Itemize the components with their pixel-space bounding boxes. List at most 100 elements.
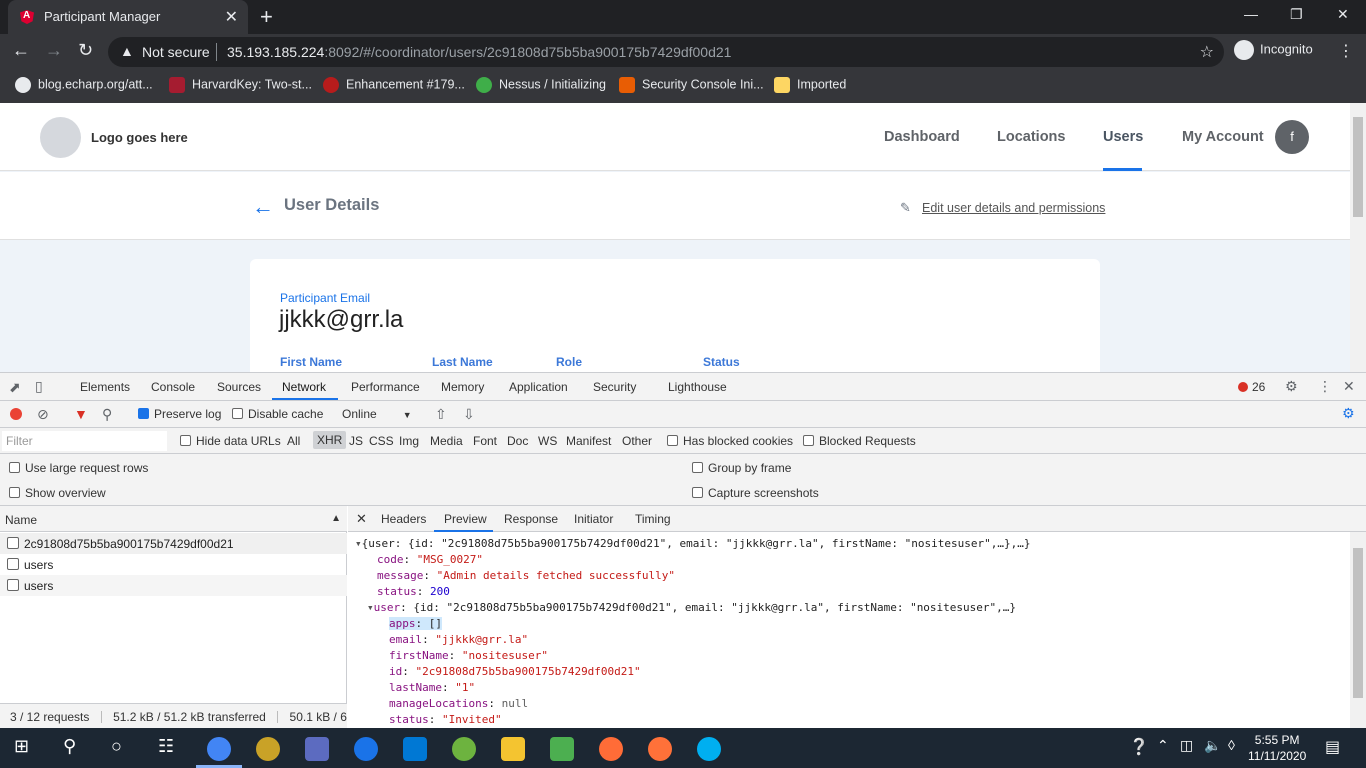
edit-user-link[interactable]: Edit user details and permissions [922, 201, 1105, 215]
forward-icon[interactable]: → [45, 40, 63, 61]
settings-gear-icon[interactable]: ⚙ [1285, 378, 1298, 395]
chrome-menu-icon[interactable]: ⋮ [1338, 41, 1354, 61]
large-rows-checkbox[interactable]: Use large request rows [9, 461, 148, 475]
network-icon[interactable]: ◫ [1180, 737, 1193, 754]
wifi-icon[interactable]: ◊ [1228, 737, 1235, 753]
vscode-icon[interactable] [403, 737, 427, 761]
chrome-taskbar-icon[interactable] [207, 737, 231, 761]
firefox-icon[interactable] [648, 737, 672, 761]
request-row[interactable]: users [0, 575, 347, 596]
type-filter-xhr[interactable]: XHR [313, 431, 347, 449]
tab-performance[interactable]: Performance [351, 380, 420, 394]
group-by-frame-checkbox[interactable]: Group by frame [692, 461, 791, 475]
tab-network[interactable]: Network [282, 380, 326, 394]
bookmark-item[interactable]: Nessus / Initializing [476, 77, 606, 93]
tab-initiator[interactable]: Initiator [574, 512, 613, 526]
bookmark-star-icon[interactable]: ☆ [1200, 42, 1214, 62]
nav-my-account[interactable]: My Account [1182, 129, 1264, 145]
incognito-indicator[interactable]: Incognito [1234, 40, 1313, 60]
search-icon[interactable]: ⚲ [102, 406, 112, 423]
tab-sources[interactable]: Sources [217, 380, 261, 394]
url-text[interactable]: 35.193.185.224:8092/#/coordinator/users/… [227, 44, 731, 60]
back-arrow-icon[interactable]: ← [252, 194, 274, 220]
request-row[interactable]: 2c91808d75b5ba900175b7429df00d21 [0, 533, 347, 554]
network-tool-icon[interactable] [305, 737, 329, 761]
hs-app-icon[interactable] [256, 737, 280, 761]
expand-triangle-icon[interactable]: ▾ [355, 537, 362, 550]
restore-icon[interactable]: ❐ [1290, 6, 1303, 23]
tab-console[interactable]: Console [151, 380, 195, 394]
type-filter-doc[interactable]: Doc [507, 434, 528, 448]
disable-cache-checkbox[interactable]: Disable cache [232, 407, 323, 421]
spring-tools-icon[interactable] [452, 737, 476, 761]
reload-icon[interactable]: ↻ [78, 40, 93, 61]
inspect-icon[interactable]: ⬈ [9, 379, 21, 396]
volume-icon[interactable]: 🔈 [1204, 737, 1221, 754]
json-user-line[interactable]: ▾user: {id: "2c91808d75b5ba900175b7429df… [367, 601, 1016, 614]
bookmark-item[interactable]: blog.echarp.org/att... [15, 77, 153, 93]
tab-headers[interactable]: Headers [381, 512, 426, 526]
tab-close-icon[interactable]: ✕ [225, 7, 238, 27]
type-filter-css[interactable]: CSS [369, 434, 394, 448]
notepad-plus-icon[interactable] [550, 737, 574, 761]
nav-dashboard[interactable]: Dashboard [884, 129, 960, 145]
back-icon[interactable]: ← [12, 40, 30, 61]
tab-memory[interactable]: Memory [441, 380, 484, 394]
filter-icon[interactable]: ▼ [74, 406, 88, 422]
tab-timing[interactable]: Timing [635, 512, 671, 526]
import-har-icon[interactable]: ⇧ [435, 406, 447, 423]
security-label[interactable]: Not secure [142, 44, 210, 60]
type-filter-media[interactable]: Media [430, 434, 463, 448]
devtools-close-icon[interactable]: ✕ [1343, 378, 1355, 395]
expand-triangle-icon[interactable]: ▾ [367, 601, 374, 614]
bookmark-item[interactable]: Security Console Ini... [619, 77, 764, 93]
window-close-icon[interactable]: ✕ [1337, 6, 1349, 23]
tab-preview[interactable]: Preview [444, 512, 487, 526]
request-row[interactable]: users [0, 554, 347, 575]
error-count-badge[interactable]: 26 [1238, 380, 1265, 394]
tab-elements[interactable]: Elements [80, 380, 130, 394]
bookmark-item[interactable]: Enhancement #179... [323, 77, 465, 93]
filter-input[interactable]: Filter [2, 431, 167, 451]
type-filter-other[interactable]: Other [622, 434, 652, 448]
close-detail-icon[interactable]: ✕ [356, 511, 367, 527]
type-filter-img[interactable]: Img [399, 434, 419, 448]
json-root-line[interactable]: ▾{user: {id: "2c91808d75b5ba900175b7429d… [355, 537, 1031, 550]
has-blocked-cookies-checkbox[interactable]: Has blocked cookies [667, 434, 793, 448]
minimize-icon[interactable]: — [1244, 6, 1258, 22]
scrollbar-thumb[interactable] [1353, 548, 1363, 698]
throttle-select[interactable]: Online ▼ [342, 407, 412, 421]
taskbar-clock[interactable]: 5:55 PM 11/11/2020 [1248, 732, 1306, 764]
preview-scrollbar[interactable] [1350, 532, 1366, 729]
preserve-log-checkbox[interactable]: Preserve log [138, 407, 221, 421]
name-column-header[interactable]: Name ▲ [0, 506, 347, 532]
search-icon[interactable]: ⚲ [63, 736, 76, 757]
show-overview-checkbox[interactable]: Show overview [9, 486, 106, 500]
avatar[interactable]: f [1275, 120, 1309, 154]
tab-lighthouse[interactable]: Lighthouse [668, 380, 727, 394]
windows-start-icon[interactable]: ⊞ [14, 736, 29, 757]
type-filter-all[interactable]: All [287, 434, 300, 448]
maps-app-icon[interactable] [354, 737, 378, 761]
devtools-menu-icon[interactable]: ⋮ [1318, 378, 1332, 395]
cortana-icon[interactable]: ○ [111, 736, 122, 757]
device-toolbar-icon[interactable]: ▯ [35, 378, 43, 395]
bookmark-item[interactable]: HarvardKey: Two-st... [169, 77, 312, 93]
export-har-icon[interactable]: ⇩ [463, 406, 475, 423]
record-icon[interactable] [10, 408, 22, 420]
file-explorer-icon[interactable] [501, 737, 525, 761]
bookmark-folder[interactable]: Imported [774, 77, 846, 93]
type-filter-js[interactable]: JS [349, 434, 363, 448]
postman-icon[interactable] [599, 737, 623, 761]
pencil-icon[interactable]: ✎ [900, 200, 911, 216]
omnibox[interactable]: ▲ Not secure 35.193.185.224:8092/#/coord… [108, 37, 1224, 67]
skype-icon[interactable] [697, 737, 721, 761]
nav-users[interactable]: Users [1103, 129, 1143, 145]
capture-screenshots-checkbox[interactable]: Capture screenshots [692, 486, 819, 500]
clear-icon[interactable]: ⊘ [37, 406, 49, 423]
type-filter-manifest[interactable]: Manifest [566, 434, 611, 448]
hide-data-urls-checkbox[interactable]: Hide data URLs [180, 434, 281, 448]
blocked-requests-checkbox[interactable]: Blocked Requests [803, 434, 916, 448]
type-filter-font[interactable]: Font [473, 434, 497, 448]
nav-locations[interactable]: Locations [997, 129, 1065, 145]
